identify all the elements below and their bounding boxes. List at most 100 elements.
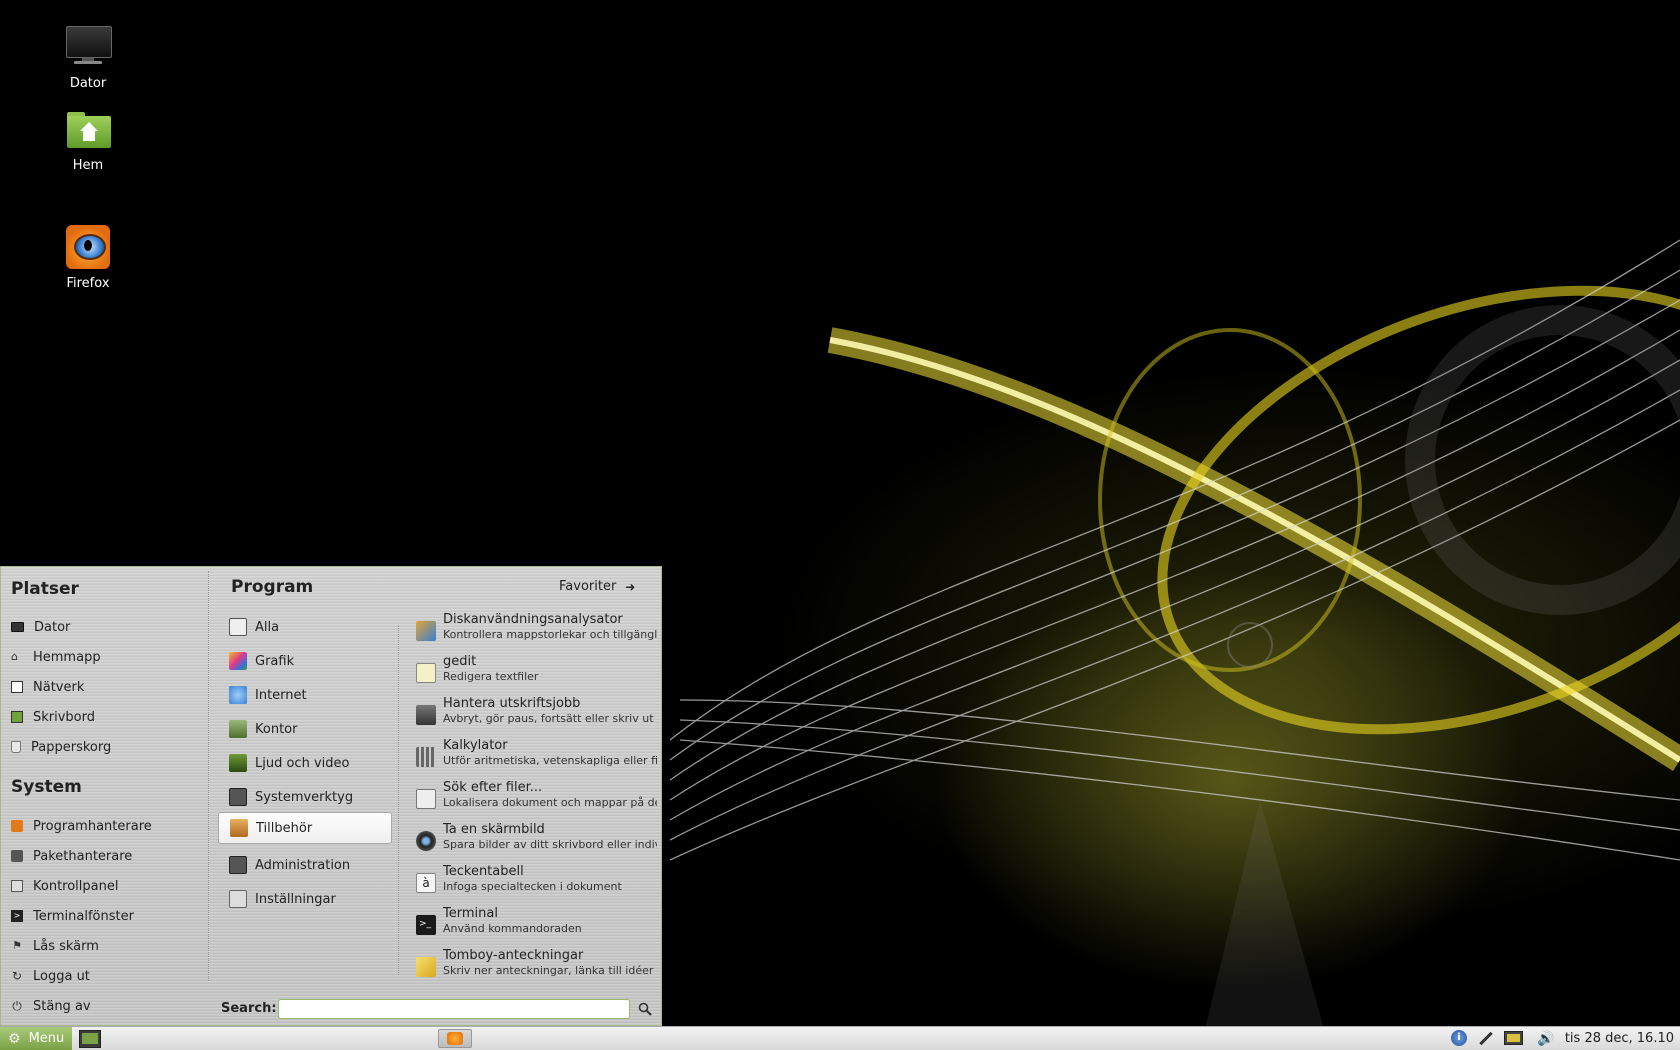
trash-icon bbox=[11, 741, 21, 753]
place-item-hemmapp[interactable]: ⌂ Hemmapp bbox=[11, 646, 101, 668]
place-item-skrivbord[interactable]: Skrivbord bbox=[11, 706, 95, 728]
system-item-stang-av[interactable]: ⏻ Stäng av bbox=[11, 995, 91, 1017]
search-icon[interactable] bbox=[638, 1002, 652, 1016]
logout-icon: ↻ bbox=[11, 969, 23, 983]
category-tillbehor[interactable]: Tillbehör bbox=[218, 812, 392, 844]
terminal-icon: > bbox=[11, 910, 23, 922]
menu-button[interactable]: ⚙ Menu bbox=[0, 1027, 72, 1050]
system-item-label: Lås skärm bbox=[33, 938, 99, 954]
administration-icon bbox=[229, 856, 247, 874]
app-description: Skriv ner anteckningar, länka till idéer… bbox=[443, 964, 657, 977]
search-input[interactable] bbox=[278, 999, 630, 1019]
app-description: Avbryt, gör paus, fortsätt eller skriv u… bbox=[443, 712, 657, 725]
category-systemverktyg[interactable]: Systemverktyg bbox=[218, 782, 392, 812]
internet-icon bbox=[229, 686, 247, 704]
character-map-icon: à bbox=[416, 873, 436, 893]
place-item-label: Dator bbox=[34, 619, 71, 635]
monitor-icon bbox=[64, 24, 112, 72]
system-item-las-skarm[interactable]: ⚑ Lås skärm bbox=[11, 935, 99, 957]
power-icon: ⏻ bbox=[12, 999, 22, 1013]
settings-icon bbox=[229, 890, 247, 908]
bottom-panel: ⚙ Menu i 🔊 tis 28 dec, 16.10 bbox=[0, 1026, 1680, 1050]
desktop-icon bbox=[11, 711, 23, 723]
system-item-pakethanterare[interactable]: Pakethanterare bbox=[11, 845, 132, 867]
app-item-terminal[interactable]: >_ Terminal Använd kommandoraden bbox=[414, 905, 654, 945]
category-administration[interactable]: Administration bbox=[218, 850, 392, 880]
place-item-dator[interactable]: Dator bbox=[11, 616, 70, 638]
desktop-icon-hem[interactable]: Hem bbox=[33, 106, 143, 173]
clock[interactable]: tis 28 dec, 16.10 bbox=[1565, 1031, 1674, 1046]
system-item-label: Stäng av bbox=[33, 998, 91, 1014]
app-item-diskanvandningsanalysator[interactable]: Diskanvändningsanalysator Kontrollera ma… bbox=[414, 611, 657, 651]
app-item-sok-efter-filer[interactable]: Sök efter filer... Lokalisera dokument o… bbox=[414, 779, 657, 819]
app-item-ta-en-skarmbild[interactable]: Ta en skärmbild Spara bilder av ditt skr… bbox=[414, 821, 657, 861]
places-title: Platser bbox=[11, 579, 79, 599]
desktop-icon-firefox[interactable]: Firefox bbox=[33, 224, 143, 291]
search-label: Search: bbox=[221, 1001, 277, 1016]
app-description: Redigera textfiler bbox=[443, 670, 539, 683]
shield-icon[interactable]: i bbox=[1451, 1030, 1469, 1048]
application-menu: Platser Dator ⌂ Hemmapp Nätverk Skrivbor… bbox=[0, 566, 662, 1026]
system-item-label: Pakethanterare bbox=[33, 848, 133, 864]
app-item-kalkylator[interactable]: Kalkylator Utför aritmetiska, vetenskapl… bbox=[414, 737, 657, 777]
app-description: Utför aritmetiska, vetenskapliga eller f… bbox=[443, 754, 657, 767]
app-item-gedit[interactable]: gedit Redigera textfiler bbox=[414, 653, 654, 693]
place-item-label: Nätverk bbox=[33, 679, 85, 695]
system-item-logga-ut[interactable]: ↻ Logga ut bbox=[11, 965, 90, 987]
app-description: Spara bilder av ditt skrivbord eller ind… bbox=[443, 838, 657, 851]
system-title: System bbox=[11, 777, 82, 797]
desktop-icon-label: Firefox bbox=[66, 276, 110, 291]
system-item-programhanterare[interactable]: Programhanterare bbox=[11, 815, 152, 837]
home-icon: ⌂ bbox=[11, 650, 18, 663]
category-grafik[interactable]: Grafik bbox=[218, 646, 392, 676]
desktop-icon-label: Hem bbox=[72, 158, 104, 173]
app-name: Hantera utskriftsjobb bbox=[443, 696, 581, 711]
favorites-label: Favoriter bbox=[559, 579, 617, 594]
screenshot-icon bbox=[416, 831, 436, 851]
package-manager-icon bbox=[11, 850, 23, 862]
app-item-tomboy-anteckningar[interactable]: Tomboy-anteckningar Skriv ner anteckning… bbox=[414, 947, 657, 987]
taskbar-window-button[interactable] bbox=[438, 1029, 472, 1048]
app-item-teckentabell[interactable]: à Teckentabell Infoga specialtecken i do… bbox=[414, 863, 654, 903]
search-files-icon bbox=[416, 789, 436, 809]
app-item-hantera-utskriftsjobb[interactable]: Hantera utskriftsjobb Avbryt, gör paus, … bbox=[414, 695, 657, 735]
lock-icon: ⚑ bbox=[12, 939, 22, 952]
place-item-label: Hemmapp bbox=[33, 649, 101, 665]
category-label: Internet bbox=[255, 687, 307, 703]
printer-icon bbox=[416, 705, 436, 725]
app-name: Ta en skärmbild bbox=[443, 822, 545, 837]
category-divider bbox=[398, 625, 400, 975]
network-tool-icon[interactable] bbox=[1476, 1030, 1494, 1048]
favorites-button[interactable]: Favoriter ➜ bbox=[559, 579, 635, 594]
show-desktop-button[interactable] bbox=[76, 1029, 102, 1048]
desktop-icon-dator[interactable]: Dator bbox=[33, 24, 143, 91]
category-kontor[interactable]: Kontor bbox=[218, 714, 392, 744]
home-folder-icon bbox=[64, 106, 112, 154]
place-item-natverk[interactable]: Nätverk bbox=[11, 676, 84, 698]
monitor-icon bbox=[11, 622, 24, 632]
menu-button-label: Menu bbox=[28, 1031, 65, 1046]
app-description: Infoga specialtecken i dokument bbox=[443, 880, 622, 893]
system-item-label: Programhanterare bbox=[33, 818, 152, 834]
category-label: Grafik bbox=[255, 653, 295, 669]
category-label: Tillbehör bbox=[256, 820, 313, 836]
app-name: Terminal bbox=[443, 906, 498, 921]
system-item-label: Terminalfönster bbox=[33, 908, 134, 924]
place-item-papperskorg[interactable]: Papperskorg bbox=[11, 736, 111, 758]
network-icon bbox=[11, 681, 23, 693]
app-name: Kalkylator bbox=[443, 738, 508, 753]
display-icon[interactable] bbox=[1503, 1030, 1525, 1048]
system-item-kontrollpanel[interactable]: Kontrollpanel bbox=[11, 875, 118, 897]
category-ljud-och-video[interactable]: Ljud och video bbox=[218, 748, 392, 778]
system-item-terminalfonster[interactable]: > Terminalfönster bbox=[11, 905, 134, 927]
category-label: Inställningar bbox=[255, 891, 336, 907]
category-label: Administration bbox=[255, 857, 351, 873]
category-label: Kontor bbox=[255, 721, 298, 737]
volume-icon[interactable]: 🔊 bbox=[1537, 1030, 1555, 1048]
category-internet[interactable]: Internet bbox=[218, 680, 392, 710]
places-system-column: Platser Dator ⌂ Hemmapp Nätverk Skrivbor… bbox=[1, 567, 208, 1025]
program-title: Program bbox=[231, 577, 314, 597]
desktop-icon bbox=[79, 1030, 101, 1048]
category-installningar[interactable]: Inställningar bbox=[218, 884, 392, 914]
category-alla[interactable]: Alla bbox=[218, 612, 392, 642]
